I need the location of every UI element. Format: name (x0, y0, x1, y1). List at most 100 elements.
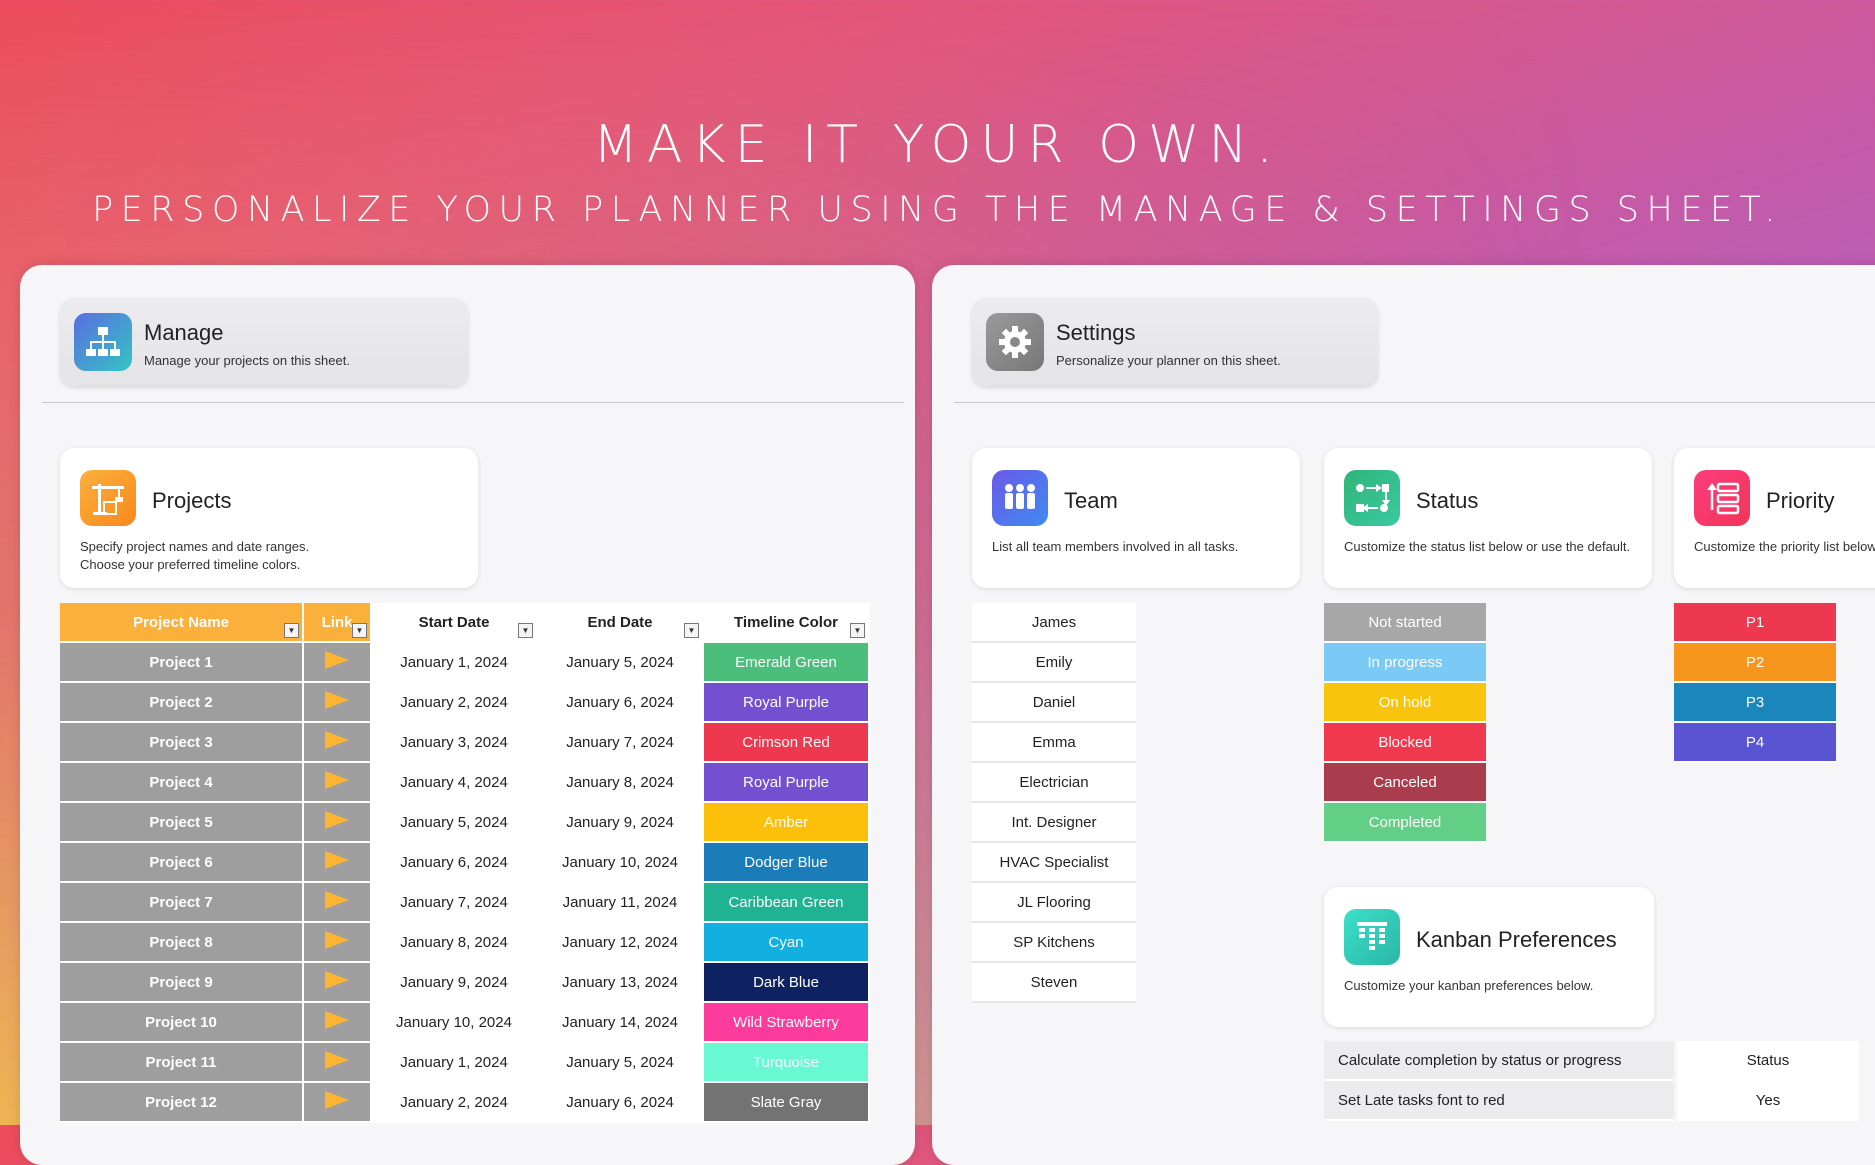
arrow-right-icon[interactable] (325, 811, 349, 829)
timeline-color-cell[interactable]: Royal Purple (703, 682, 870, 723)
project-link-cell[interactable] (303, 642, 372, 683)
filter-dropdown-icon[interactable]: ▼ (684, 623, 699, 638)
project-name-cell[interactable]: Project 11 (60, 1042, 304, 1083)
project-link-cell[interactable] (303, 922, 372, 963)
start-date-cell[interactable]: January 7, 2024 (371, 882, 538, 923)
preference-answer-cell[interactable]: Status (1674, 1041, 1859, 1081)
end-date-cell[interactable]: January 5, 2024 (537, 642, 704, 683)
end-date-cell[interactable]: January 12, 2024 (537, 922, 704, 963)
arrow-right-icon[interactable] (325, 1091, 349, 1109)
project-name-cell[interactable]: Project 3 (60, 722, 304, 763)
project-name-cell[interactable]: Project 1 (60, 642, 304, 683)
start-date-cell[interactable]: January 10, 2024 (371, 1002, 538, 1043)
start-date-cell[interactable]: January 8, 2024 (371, 922, 538, 963)
arrow-right-icon[interactable] (325, 851, 349, 869)
arrow-right-icon[interactable] (325, 771, 349, 789)
timeline-color-cell[interactable]: Dodger Blue (703, 842, 870, 883)
project-name-cell[interactable]: Project 2 (60, 682, 304, 723)
end-date-cell[interactable]: January 13, 2024 (537, 962, 704, 1003)
project-link-cell[interactable] (303, 802, 372, 843)
start-date-cell[interactable]: January 2, 2024 (371, 1082, 538, 1123)
project-link-cell[interactable] (303, 882, 372, 923)
start-date-cell[interactable]: January 1, 2024 (371, 1042, 538, 1083)
project-name-cell[interactable]: Project 4 (60, 762, 304, 803)
timeline-color-cell[interactable]: Wild Strawberry (703, 1002, 870, 1043)
status-option-cell[interactable]: Completed (1324, 802, 1486, 843)
project-link-cell[interactable] (303, 1082, 372, 1123)
end-date-cell[interactable]: January 5, 2024 (537, 1042, 704, 1083)
header-timeline-color[interactable]: Timeline Color ▼ (703, 603, 870, 643)
arrow-right-icon[interactable] (325, 1051, 349, 1069)
header-project-name[interactable]: Project Name ▼ (60, 603, 304, 643)
end-date-cell[interactable]: January 10, 2024 (537, 842, 704, 883)
end-date-cell[interactable]: January 6, 2024 (537, 1082, 704, 1123)
timeline-color-cell[interactable]: Caribbean Green (703, 882, 870, 923)
project-name-cell[interactable]: Project 6 (60, 842, 304, 883)
start-date-cell[interactable]: January 5, 2024 (371, 802, 538, 843)
end-date-cell[interactable]: January 14, 2024 (537, 1002, 704, 1043)
arrow-right-icon[interactable] (325, 731, 349, 749)
status-option-cell[interactable]: In progress (1324, 642, 1486, 683)
end-date-cell[interactable]: January 8, 2024 (537, 762, 704, 803)
project-link-cell[interactable] (303, 962, 372, 1003)
team-member-cell[interactable]: Steven (972, 962, 1136, 1003)
project-link-cell[interactable] (303, 762, 372, 803)
team-member-cell[interactable]: Electrician (972, 762, 1136, 803)
timeline-color-cell[interactable]: Royal Purple (703, 762, 870, 803)
priority-option-cell[interactable]: P3 (1674, 682, 1836, 723)
team-member-cell[interactable]: Emily (972, 642, 1136, 683)
project-name-cell[interactable]: Project 8 (60, 922, 304, 963)
team-member-cell[interactable]: Daniel (972, 682, 1136, 723)
timeline-color-cell[interactable]: Emerald Green (703, 642, 870, 683)
timeline-color-cell[interactable]: Turquoise (703, 1042, 870, 1083)
end-date-cell[interactable]: January 7, 2024 (537, 722, 704, 763)
header-link[interactable]: Link ▼ (303, 603, 372, 643)
status-option-cell[interactable]: Canceled (1324, 762, 1486, 803)
end-date-cell[interactable]: January 11, 2024 (537, 882, 704, 923)
project-name-cell[interactable]: Project 10 (60, 1002, 304, 1043)
team-member-cell[interactable]: James (972, 603, 1136, 643)
timeline-color-cell[interactable]: Crimson Red (703, 722, 870, 763)
end-date-cell[interactable]: January 6, 2024 (537, 682, 704, 723)
project-name-cell[interactable]: Project 9 (60, 962, 304, 1003)
team-member-cell[interactable]: HVAC Specialist (972, 842, 1136, 883)
start-date-cell[interactable]: January 2, 2024 (371, 682, 538, 723)
team-member-cell[interactable]: Int. Designer (972, 802, 1136, 843)
preference-answer-cell[interactable]: Yes (1674, 1080, 1859, 1121)
team-member-cell[interactable]: SP Kitchens (972, 922, 1136, 963)
priority-option-cell[interactable]: P2 (1674, 642, 1836, 683)
start-date-cell[interactable]: January 4, 2024 (371, 762, 538, 803)
project-name-cell[interactable]: Project 7 (60, 882, 304, 923)
arrow-right-icon[interactable] (325, 971, 349, 989)
arrow-right-icon[interactable] (325, 691, 349, 709)
header-end-date[interactable]: End Date ▼ (537, 603, 704, 643)
header-start-date[interactable]: Start Date ▼ (371, 603, 538, 643)
status-option-cell[interactable]: On hold (1324, 682, 1486, 723)
start-date-cell[interactable]: January 1, 2024 (371, 642, 538, 683)
end-date-cell[interactable]: January 9, 2024 (537, 802, 704, 843)
status-option-cell[interactable]: Blocked (1324, 722, 1486, 763)
filter-dropdown-icon[interactable]: ▼ (352, 623, 367, 638)
timeline-color-cell[interactable]: Dark Blue (703, 962, 870, 1003)
filter-dropdown-icon[interactable]: ▼ (850, 623, 865, 638)
project-link-cell[interactable] (303, 1002, 372, 1043)
start-date-cell[interactable]: January 9, 2024 (371, 962, 538, 1003)
arrow-right-icon[interactable] (325, 651, 349, 669)
timeline-color-cell[interactable]: Slate Gray (703, 1082, 870, 1123)
project-link-cell[interactable] (303, 842, 372, 883)
arrow-right-icon[interactable] (325, 931, 349, 949)
project-name-cell[interactable]: Project 12 (60, 1082, 304, 1123)
arrow-right-icon[interactable] (325, 1011, 349, 1029)
project-link-cell[interactable] (303, 1042, 372, 1083)
filter-dropdown-icon[interactable]: ▼ (518, 623, 533, 638)
project-link-cell[interactable] (303, 722, 372, 763)
timeline-color-cell[interactable]: Amber (703, 802, 870, 843)
filter-dropdown-icon[interactable]: ▼ (284, 623, 299, 638)
timeline-color-cell[interactable]: Cyan (703, 922, 870, 963)
team-member-cell[interactable]: Emma (972, 722, 1136, 763)
start-date-cell[interactable]: January 6, 2024 (371, 842, 538, 883)
start-date-cell[interactable]: January 3, 2024 (371, 722, 538, 763)
project-name-cell[interactable]: Project 5 (60, 802, 304, 843)
priority-option-cell[interactable]: P4 (1674, 722, 1836, 763)
project-link-cell[interactable] (303, 682, 372, 723)
